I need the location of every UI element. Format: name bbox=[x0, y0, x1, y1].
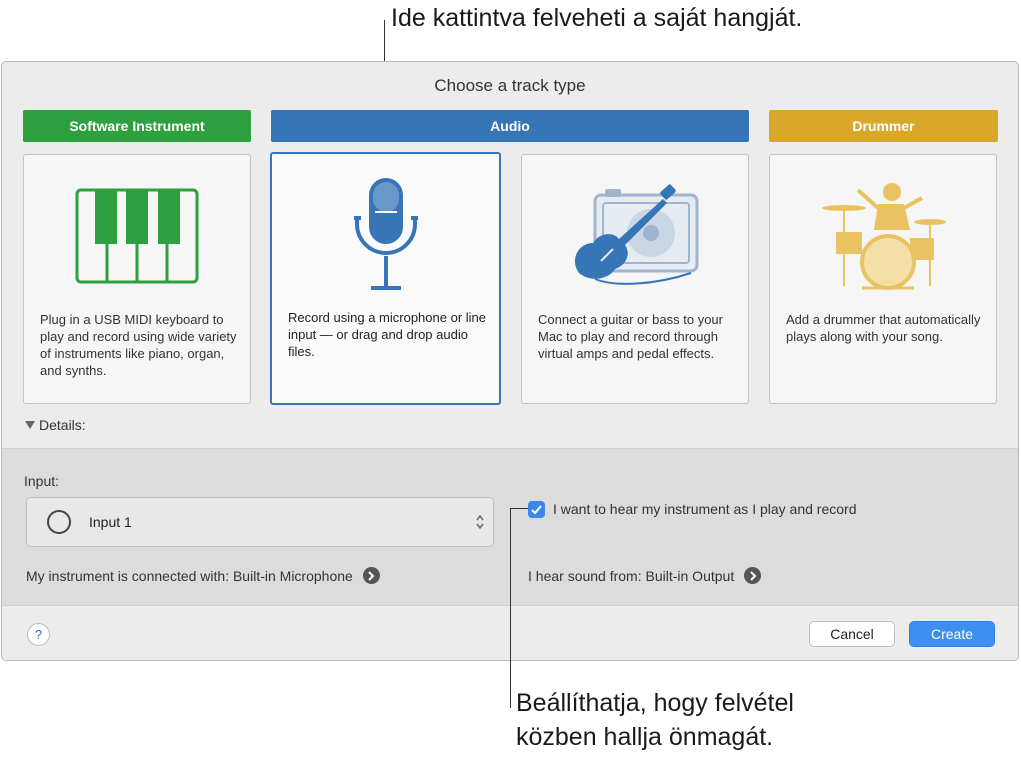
checkmark-icon bbox=[531, 505, 542, 515]
cancel-button[interactable]: Cancel bbox=[809, 621, 895, 647]
piano-keyboard-icon bbox=[24, 171, 250, 301]
drummer-description: Add a drummer that automatically plays a… bbox=[786, 312, 981, 344]
callout-leader-bottom-horizontal bbox=[510, 508, 528, 509]
dialog-title: Choose a track type bbox=[434, 76, 586, 95]
arrow-circle-icon[interactable] bbox=[362, 567, 380, 584]
monitor-checkbox-label[interactable]: I want to hear my instrument as I play a… bbox=[553, 501, 856, 517]
drummer-button[interactable]: Drummer bbox=[769, 110, 998, 142]
audio-button[interactable]: Audio bbox=[271, 110, 749, 142]
help-icon[interactable]: ? bbox=[27, 623, 50, 646]
software-instrument-card[interactable]: Plug in a USB MIDI keyboard to play and … bbox=[23, 154, 251, 404]
microphone-icon bbox=[272, 170, 499, 300]
details-disclosure[interactable]: Details: bbox=[25, 417, 86, 433]
callout-record-voice: Ide kattintva felveheti a saját hangját. bbox=[391, 4, 803, 32]
input-select[interactable]: Input 1 bbox=[26, 497, 494, 547]
sound-output: I hear sound from: Built-in Output bbox=[528, 567, 762, 584]
input-label: Input: bbox=[24, 473, 60, 489]
arrow-circle-icon[interactable] bbox=[744, 567, 762, 584]
input-channel-icon bbox=[47, 510, 71, 534]
create-button[interactable]: Create bbox=[909, 621, 995, 647]
disclosure-triangle-icon bbox=[25, 421, 35, 429]
audio-guitar-description: Connect a guitar or bass to your Mac to … bbox=[538, 312, 723, 361]
up-down-chevron-icon bbox=[476, 514, 484, 530]
sound-output-text: I hear sound from: Built-in Output bbox=[528, 567, 735, 584]
audio-guitar-card[interactable]: Connect a guitar or bass to your Mac to … bbox=[521, 154, 749, 404]
audio-microphone-card[interactable]: Record using a microphone or line input … bbox=[270, 152, 501, 405]
details-label: Details: bbox=[39, 417, 86, 433]
drummer-card[interactable]: Add a drummer that automatically plays a… bbox=[769, 154, 997, 404]
callout-leader-bottom-vertical bbox=[510, 508, 511, 708]
instrument-connection-text: My instrument is connected with: Built-i… bbox=[26, 567, 353, 584]
instrument-connection: My instrument is connected with: Built-i… bbox=[26, 567, 380, 584]
callout-bottom-line-2: közben hallja önmagát. bbox=[516, 723, 774, 751]
monitor-checkbox[interactable] bbox=[528, 501, 545, 518]
software-instrument-button[interactable]: Software Instrument bbox=[23, 110, 251, 142]
drummer-icon bbox=[770, 171, 996, 301]
callout-hear-yourself: Beállíthatja, hogy felvétel közben hallj… bbox=[516, 686, 794, 754]
audio-microphone-description: Record using a microphone or line input … bbox=[288, 310, 486, 359]
software-instrument-description: Plug in a USB MIDI keyboard to play and … bbox=[40, 312, 237, 378]
input-value: Input 1 bbox=[89, 514, 132, 530]
callout-bottom-line-1: Beállíthatja, hogy felvétel bbox=[516, 689, 794, 717]
guitar-amp-icon bbox=[522, 171, 748, 301]
